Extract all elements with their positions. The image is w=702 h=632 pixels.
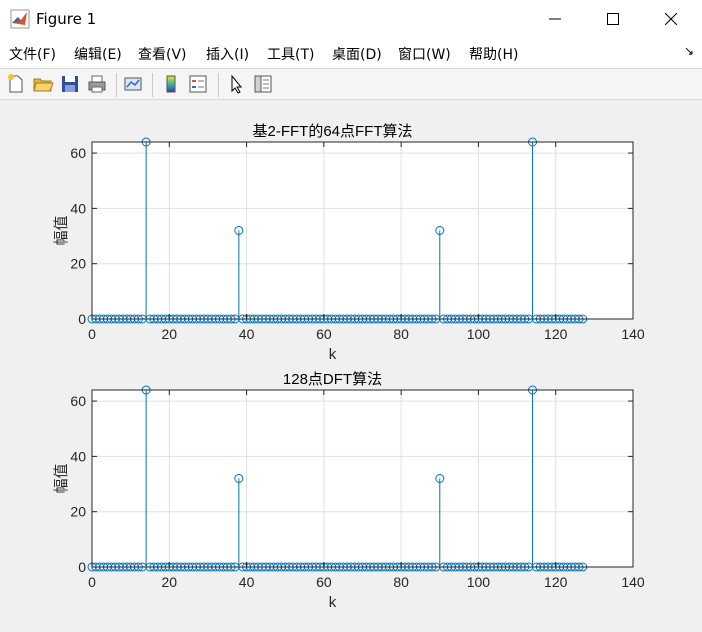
new-figure-icon[interactable] (5, 73, 27, 95)
minimize-icon (549, 18, 561, 20)
x-tick-label: 120 (544, 574, 568, 590)
x-tick-label: 20 (161, 574, 177, 590)
colorbar-icon[interactable] (160, 73, 182, 95)
maximize-button[interactable] (584, 0, 642, 38)
menu-desktop[interactable]: 桌面(D) (332, 44, 382, 64)
x-tick-label: 100 (467, 574, 491, 590)
toolbar-separator (152, 73, 153, 97)
plot-area (92, 390, 633, 567)
x-tick-label: 140 (621, 326, 645, 342)
x-tick-label: 20 (161, 326, 177, 342)
property-inspector-icon[interactable] (252, 73, 274, 95)
legend-icon[interactable] (187, 73, 209, 95)
figure-svg: 0 20 40 60 80 100 120 140 0 20 40 60 基2-FFT的64点FFT算法… (53, 122, 645, 611)
toolbar-separator (116, 73, 117, 97)
x-tick-label: 0 (88, 574, 96, 590)
figure-canvas: 0 20 40 60 80 100 120 140 0 20 40 60 基2-FFT的64点FFT算法… (0, 101, 702, 628)
menu-tools[interactable]: 工具(T) (267, 44, 314, 64)
y-tick-label: 60 (70, 145, 86, 161)
y-tick-label: 20 (70, 504, 86, 520)
maximize-icon (607, 13, 619, 25)
menu-edit[interactable]: 编辑(E) (74, 44, 122, 64)
x-tick-label: 120 (544, 326, 568, 342)
y-tick-label: 0 (78, 559, 86, 575)
menu-file[interactable]: 文件(F) (9, 44, 56, 64)
menu-window[interactable]: 窗口(W) (398, 44, 451, 64)
x-tick-label: 40 (239, 326, 255, 342)
chart-title: 128点DFT算法 (283, 370, 382, 388)
close-icon (665, 13, 677, 25)
chart-title: 基2-FFT的64点FFT算法 (253, 122, 413, 140)
title-bar: Figure 1 (0, 0, 702, 38)
x-tick-label: 0 (88, 326, 96, 342)
link-plot-icon[interactable] (122, 73, 144, 95)
y-tick-label: 40 (70, 200, 86, 216)
menu-bar: 文件(F) 编辑(E) 查看(V) 插入(I) 工具(T) 桌面(D) 窗口(W… (0, 38, 702, 68)
x-tick-label: 60 (316, 326, 332, 342)
plot-area (92, 142, 633, 319)
x-tick-label: 40 (239, 574, 255, 590)
dock-arrow-icon[interactable]: ↘ (684, 44, 694, 58)
menu-view[interactable]: 查看(V) (138, 44, 187, 64)
toolbar (0, 68, 702, 100)
x-axis-label: k (329, 594, 337, 611)
matlab-icon (10, 9, 30, 29)
menu-insert[interactable]: 插入(I) (206, 44, 249, 64)
x-tick-label: 60 (316, 574, 332, 590)
y-tick-label: 20 (70, 256, 86, 272)
close-button[interactable] (642, 0, 700, 38)
window-title: Figure 1 (36, 10, 97, 28)
y-tick-label: 60 (70, 393, 86, 409)
open-file-icon[interactable] (32, 73, 54, 95)
x-axis-label: k (329, 346, 337, 363)
x-tick-label: 100 (467, 326, 491, 342)
minimize-button[interactable] (526, 0, 584, 38)
x-tick-label: 80 (393, 326, 409, 342)
y-axis-label: 幅值 (53, 463, 70, 493)
x-tick-label: 80 (393, 574, 409, 590)
toolbar-separator (218, 73, 219, 97)
print-icon[interactable] (86, 73, 108, 95)
x-tick-label: 140 (621, 574, 645, 590)
y-tick-label: 0 (78, 311, 86, 327)
y-axis-label: 幅值 (53, 215, 70, 245)
edit-plot-icon[interactable] (225, 73, 247, 95)
save-icon[interactable] (59, 73, 81, 95)
y-tick-label: 40 (70, 448, 86, 464)
menu-help[interactable]: 帮助(H) (469, 44, 518, 64)
